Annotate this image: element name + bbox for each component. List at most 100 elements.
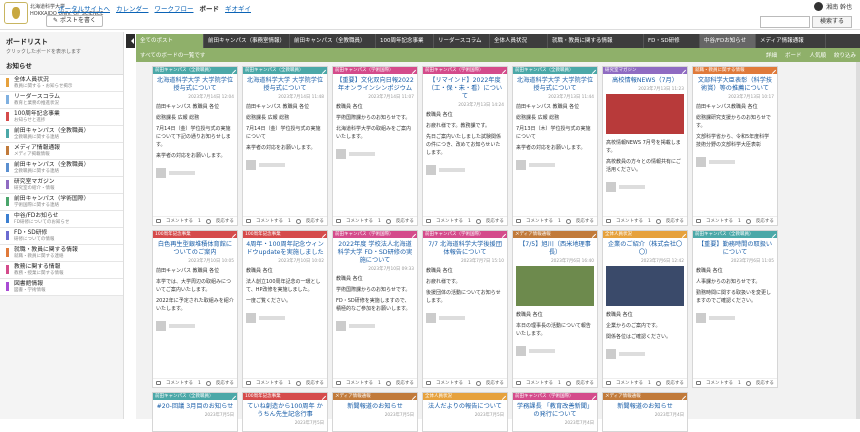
reaction-icon[interactable] xyxy=(385,380,391,386)
react-button[interactable]: 反応する xyxy=(396,380,414,386)
sidebar-item[interactable]: FD・SD研修 研修についての情報 xyxy=(0,228,123,245)
comment-icon[interactable] xyxy=(246,219,251,223)
nav-other[interactable]: ギオギイ xyxy=(225,3,251,13)
edit-icon[interactable] xyxy=(498,393,507,401)
edit-icon[interactable] xyxy=(588,231,597,239)
reaction-icon[interactable] xyxy=(205,380,211,386)
comment-button[interactable]: コメントする xyxy=(256,380,283,386)
react-button[interactable]: 反応する xyxy=(576,218,594,224)
card-board-tag[interactable]: 全体人員状況 xyxy=(603,231,687,239)
sidebar-item[interactable]: 中谷/FDお知らせ FD研修についてのお知らせ xyxy=(0,211,123,228)
post-card[interactable]: 100周年記念事業 ていね創造から100周年 かうちん先生記念行事 2023年7月5… xyxy=(242,392,328,432)
post-card[interactable]: 就職・教員に関する情報 文部科学大臣表彰（科学技術賞）等の推薦について 2023年7… xyxy=(692,66,778,226)
post-card[interactable]: メディア情報通報 【7/5】旭川（西米地理事長） 2023年7月6日 16:40 教職… xyxy=(512,230,598,388)
react-button[interactable]: 反応する xyxy=(576,380,594,386)
card-board-tag[interactable]: 前田キャンパス（学術国際） xyxy=(333,231,417,239)
comment-icon[interactable] xyxy=(696,381,701,385)
reaction-icon[interactable] xyxy=(565,218,571,224)
reaction-icon[interactable] xyxy=(295,218,301,224)
post-card[interactable]: メディア情報通報 新聞報道のお知らせ 2023年7月4日 xyxy=(602,392,688,432)
edit-icon[interactable] xyxy=(318,231,327,239)
board-tab[interactable]: 就職・教員に関する情報 xyxy=(548,34,644,48)
card-title[interactable]: 【重要】勤務時間の取扱いについて xyxy=(693,238,777,258)
card-board-tag[interactable]: 就職・教員に関する情報 xyxy=(693,67,777,75)
sidebar-collapse-icon[interactable] xyxy=(126,34,135,48)
comment-icon[interactable] xyxy=(336,381,341,385)
react-button[interactable]: 反応する xyxy=(216,380,234,386)
nav-board[interactable]: ボード xyxy=(200,3,220,13)
card-board-tag[interactable]: 前田キャンパス（全教職員） xyxy=(153,393,237,401)
nav-calendar[interactable]: カレンダー xyxy=(116,3,149,13)
card-title[interactable]: 新聞報道のお知らせ xyxy=(333,400,417,412)
reaction-icon[interactable] xyxy=(655,380,661,386)
edit-icon[interactable] xyxy=(588,67,597,75)
react-button[interactable]: 反応する xyxy=(756,380,774,386)
card-title[interactable]: 北海道科学大学 大学院学位授与式について xyxy=(153,74,237,94)
reaction-icon[interactable] xyxy=(745,218,751,224)
edit-icon[interactable] xyxy=(678,67,687,75)
edit-icon[interactable] xyxy=(498,231,507,239)
card-title[interactable]: 4周年・100周年記念ウィンドウupdateを実施しました xyxy=(243,238,327,258)
nav-portal[interactable]: ポータルサイトへ xyxy=(58,3,110,13)
react-button[interactable]: 反応する xyxy=(306,380,324,386)
react-button[interactable]: 反応する xyxy=(666,380,684,386)
card-title[interactable]: 北海道科学大学 大学院学位授与式について xyxy=(243,74,327,94)
reaction-icon[interactable] xyxy=(565,380,571,386)
edit-icon[interactable] xyxy=(228,67,237,75)
edit-icon[interactable] xyxy=(228,231,237,239)
comment-icon[interactable] xyxy=(156,219,161,223)
sidebar-section-notices[interactable]: お知らせ xyxy=(0,56,123,75)
detail-view-button[interactable]: 詳細 xyxy=(766,51,777,59)
post-card[interactable]: 前田キャンパス（学術国際） 【リマインド】2022年度（工・保・未・看）について 2… xyxy=(422,66,508,226)
board-tab[interactable]: 前田キャンパス（事務室情報） xyxy=(204,34,290,48)
card-board-tag[interactable]: 100周年記念事業 xyxy=(243,393,327,401)
sidebar-item[interactable]: メディア情報通報 メディア掲載情報 xyxy=(0,143,123,160)
card-board-tag[interactable]: 全体人員状況 xyxy=(423,393,507,401)
card-board-tag[interactable]: 前田キャンパス（学術国際） xyxy=(423,67,507,75)
board-tab[interactable]: 全てのポスト xyxy=(136,34,204,48)
edit-icon[interactable] xyxy=(678,231,687,239)
card-board-tag[interactable]: メディア情報通報 xyxy=(333,393,417,401)
reaction-icon[interactable] xyxy=(205,218,211,224)
comment-button[interactable]: コメントする xyxy=(616,380,643,386)
edit-icon[interactable] xyxy=(588,393,597,401)
card-board-tag[interactable]: 研究室マガジン xyxy=(603,67,687,75)
comment-button[interactable]: コメントする xyxy=(706,218,733,224)
search-input[interactable] xyxy=(760,16,810,28)
post-card[interactable]: 前田キャンパス（全教職員） 北海道科学大学 大学院学位授与式について 2023年7月… xyxy=(512,66,598,226)
post-card[interactable]: 前田キャンパス（全教職員） #20-回議 3月目のお知らせ 2023年7月5日 xyxy=(152,392,238,432)
sidebar-item[interactable]: 教務に関する情報 教務・授業に関する情報 xyxy=(0,262,123,279)
sidebar-item[interactable]: 図書館情報 図書・学術情報 xyxy=(0,279,123,296)
react-button[interactable]: 反応する xyxy=(306,218,324,224)
sidebar-item[interactable]: 前田キャンパス（全教職員） 全教職員に関する連絡 xyxy=(0,160,123,177)
comment-icon[interactable] xyxy=(426,381,431,385)
comment-icon[interactable] xyxy=(516,381,521,385)
card-board-tag[interactable]: 前田キャンパス（学術国際） xyxy=(333,67,417,75)
board-tab[interactable]: 100周年記念事業 xyxy=(376,34,434,48)
card-title[interactable]: 新聞報道のお知らせ xyxy=(603,400,687,412)
board-tab[interactable]: FD・SD研修 xyxy=(644,34,700,48)
reaction-icon[interactable] xyxy=(655,218,661,224)
filter-button[interactable]: 絞り込み xyxy=(834,51,856,59)
comment-icon[interactable] xyxy=(426,219,431,223)
card-board-tag[interactable]: 前田キャンパス（全教職員） xyxy=(243,67,327,75)
search-button[interactable]: 検索する xyxy=(812,16,852,28)
sidebar-item[interactable]: 前田キャンパス（全教職員） 全教職員に関する連絡 xyxy=(0,126,123,143)
post-card[interactable]: 前田キャンパス（学術国際） 【重要】文化双向日報2022年オンラインシンポジウム 2… xyxy=(332,66,418,226)
post-card[interactable]: メディア情報通報 新聞報道のお知らせ 2023年7月5日 xyxy=(332,392,418,432)
post-card[interactable]: 前田キャンパス（学術国際） 7/7 北海道科学大学後援団体報告について 2023年7… xyxy=(422,230,508,388)
post-card[interactable]: 全体人員状況 法人だよりの報告について 2023年7月5日 xyxy=(422,392,508,432)
card-board-tag[interactable]: 100周年記念事業 xyxy=(243,231,327,239)
reaction-icon[interactable] xyxy=(295,380,301,386)
sidebar-item[interactable]: 研究室マガジン 研究室の紹介・情報 xyxy=(0,177,123,194)
react-button[interactable]: 反応する xyxy=(756,218,774,224)
sidebar-item[interactable]: 100周年記念事業 お知らせと進捗 xyxy=(0,109,123,126)
comment-icon[interactable] xyxy=(246,381,251,385)
card-title[interactable]: 企業のご紹介（株式会社〇〇） xyxy=(603,238,687,258)
react-button[interactable]: 反応する xyxy=(216,218,234,224)
card-board-tag[interactable]: 前田キャンパス（全教職員） xyxy=(153,67,237,75)
comment-button[interactable]: コメントする xyxy=(526,218,553,224)
sidebar-item[interactable]: 全体人員状況 教員に関する・お知らせ掲示 xyxy=(0,75,123,92)
sidebar-item[interactable]: 前田キャンパス（学術国際） 学術国際に関する連絡 xyxy=(0,194,123,211)
post-card[interactable]: 前田キャンパス（全教職員） 【重要】勤務時間の取扱いについて 2023年7月6日 1… xyxy=(692,230,778,388)
